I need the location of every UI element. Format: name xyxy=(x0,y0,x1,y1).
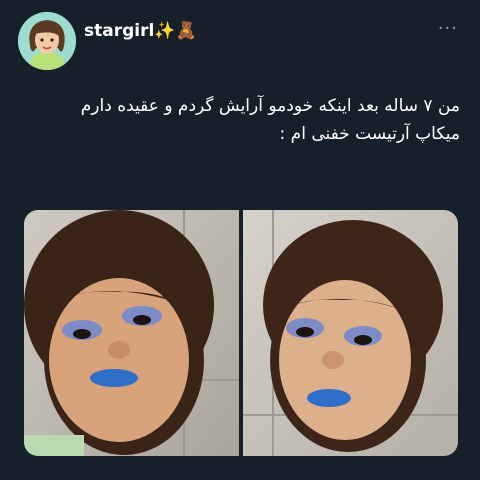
more-options-icon[interactable]: ··· xyxy=(438,18,458,39)
tweet-text-line: من ۷ ساله بعد اینکه خودمو آرایش گردم و ع… xyxy=(80,96,460,116)
tweet-header: stargirl✨🧸 ··· xyxy=(18,12,462,74)
tweet-text-line: میکاپ آرتیست خفنی ام : xyxy=(279,124,460,144)
photo-child-makeup-icon xyxy=(243,210,458,456)
avatar[interactable] xyxy=(18,12,76,70)
author-name[interactable]: stargirl✨🧸 xyxy=(84,21,197,41)
tweet-media xyxy=(24,210,458,456)
media-photo[interactable] xyxy=(24,210,239,456)
tweet-text: من ۷ ساله بعد اینکه خودمو آرایش گردم و ع… xyxy=(20,92,460,148)
media-photo[interactable] xyxy=(243,210,458,456)
photo-child-makeup-icon xyxy=(24,210,239,456)
cartoon-girl-avatar-icon xyxy=(18,12,76,70)
